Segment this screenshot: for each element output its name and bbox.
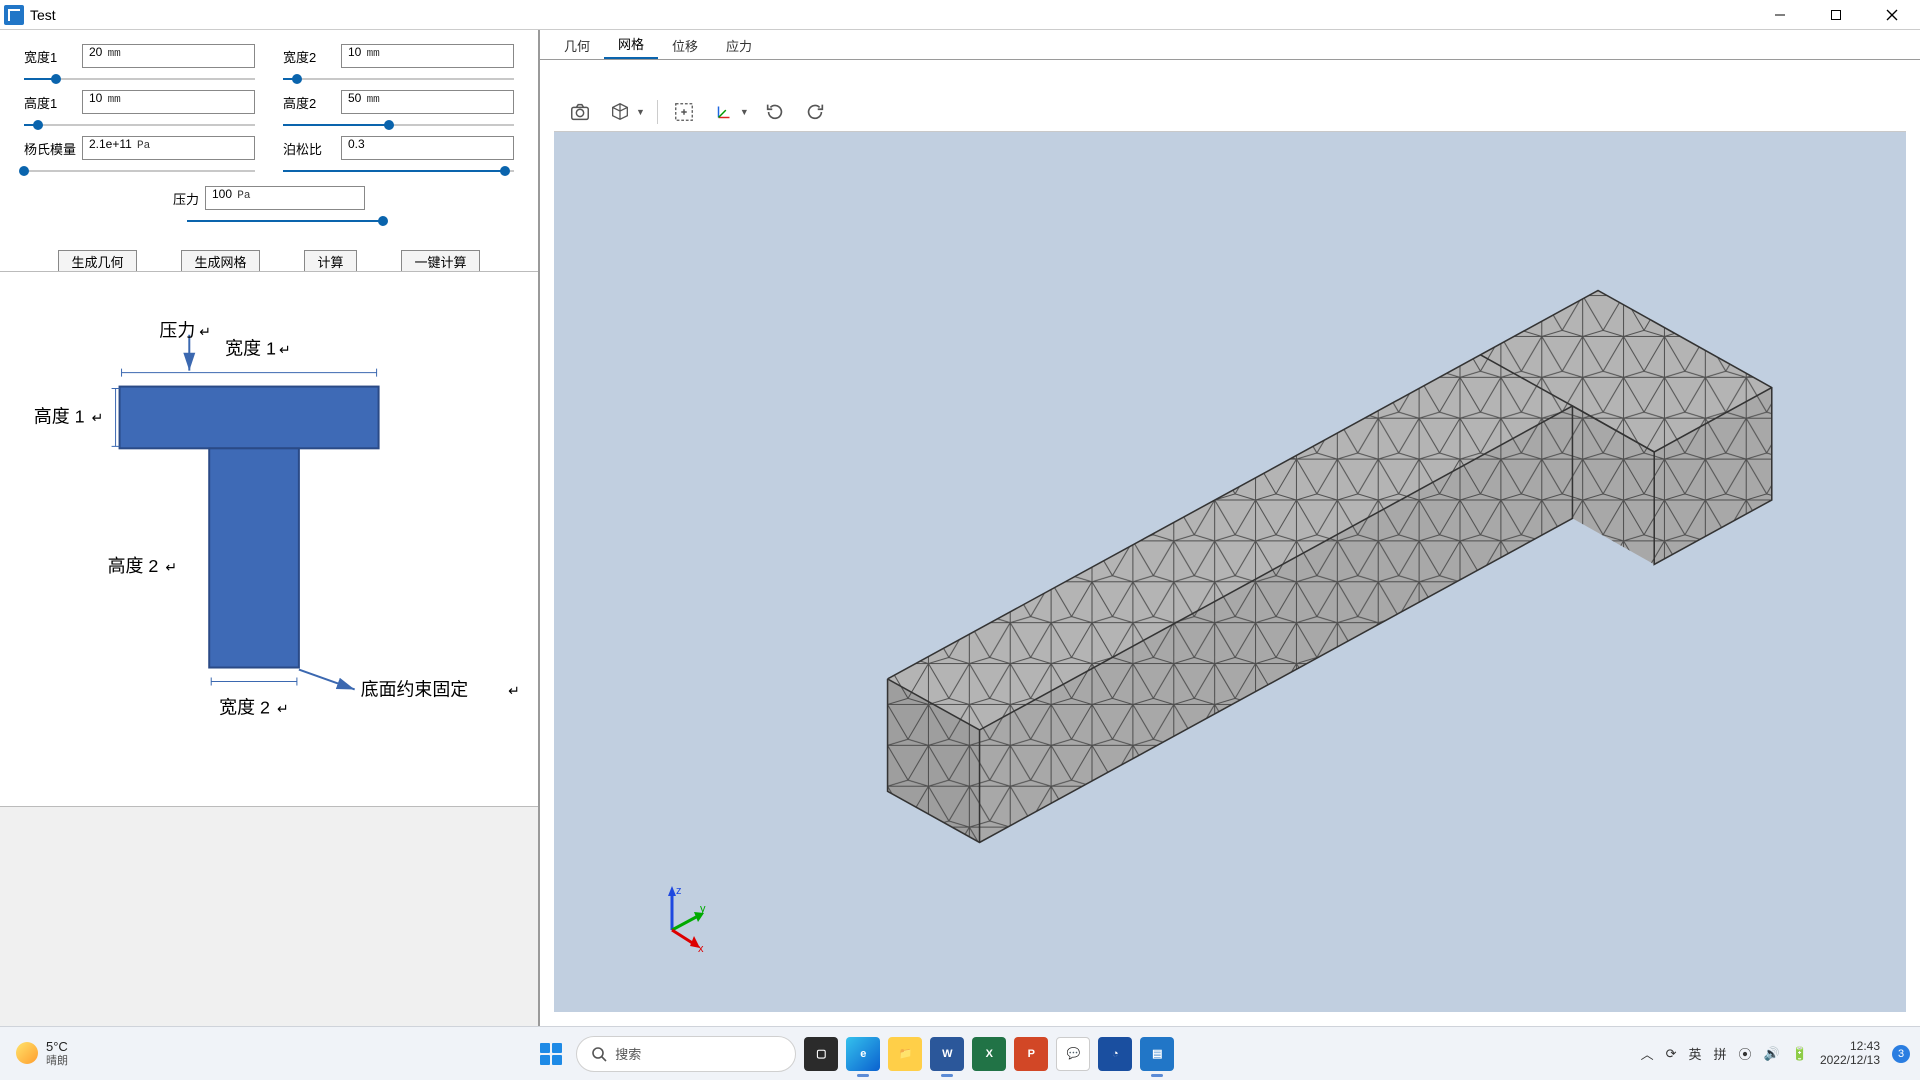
label-youngs: 杨氏模量 [24, 139, 76, 158]
schematic-label-height1: 高度 1 [34, 406, 85, 426]
taskbar-weather-desc: 晴朗 [46, 1055, 68, 1067]
chevron-down-icon[interactable]: ▼ [740, 107, 749, 117]
svg-text:y: y [700, 903, 706, 915]
svg-text:z: z [676, 885, 682, 897]
rotate-cw-icon[interactable] [801, 98, 829, 126]
viewport-3d[interactable]: ▼ ▼ [554, 92, 1906, 1012]
taskbar-app-powerpoint[interactable]: P [1014, 1037, 1048, 1071]
taskbar-app-test[interactable]: ▤ [1140, 1037, 1174, 1071]
svg-text:↵: ↵ [277, 700, 289, 716]
slider-height1[interactable] [24, 118, 255, 132]
left-panel: 宽度1 20 mm 宽度2 10 mm 高度1 10 mm [0, 30, 540, 1026]
maximize-button[interactable] [1808, 0, 1864, 30]
tab-displacement[interactable]: 位移 [658, 32, 712, 59]
close-button[interactable] [1864, 0, 1920, 30]
slider-pressure[interactable] [187, 214, 387, 228]
svg-text:↵: ↵ [199, 324, 211, 340]
input-height1[interactable]: 10 mm [82, 90, 255, 114]
param-width1: 宽度1 20 mm [24, 44, 255, 86]
taskbar-app-wechat[interactable]: 💬 [1056, 1037, 1090, 1071]
rotate-ccw-icon[interactable] [761, 98, 789, 126]
slider-height2[interactable] [283, 118, 514, 132]
slider-youngs[interactable] [24, 164, 255, 178]
app-icon [4, 5, 24, 25]
generate-geometry-button[interactable]: 生成几何 [58, 250, 136, 272]
schematic-label-fixed: 底面约束固定 [361, 679, 469, 699]
slider-poisson[interactable] [283, 164, 514, 178]
window-title: Test [30, 7, 56, 23]
schematic-label-width2: 宽度 2 [219, 697, 270, 717]
input-width1[interactable]: 20 mm [82, 44, 255, 68]
chevron-down-icon[interactable]: ▼ [636, 107, 645, 117]
taskbar-app-taskview[interactable]: ▢ [804, 1037, 838, 1071]
label-pressure: 压力 [173, 189, 199, 208]
viewport-toolbar: ▼ ▼ [554, 92, 1906, 132]
taskbar-temp: 5°C [46, 1040, 68, 1054]
label-poisson: 泊松比 [283, 139, 335, 158]
slider-width1[interactable] [24, 72, 255, 86]
input-width2[interactable]: 10 mm [341, 44, 514, 68]
param-youngs: 杨氏模量 2.1e+11 Pa [24, 136, 255, 178]
weather-sun-icon [16, 1042, 38, 1064]
screenshot-icon[interactable] [566, 98, 594, 126]
schematic-label-width1: 宽度 1 [225, 339, 276, 359]
svg-text:x: x [698, 943, 704, 952]
one-click-calculate-button[interactable]: 一键计算 [401, 250, 479, 272]
svg-text:↵: ↵ [165, 559, 177, 575]
zoom-fit-icon[interactable] [670, 98, 698, 126]
svg-text:↵: ↵ [279, 342, 291, 358]
tab-stress[interactable]: 应力 [712, 32, 766, 59]
taskbar-app-explorer[interactable]: 📁 [888, 1037, 922, 1071]
param-pressure: 压力 100 Pa [24, 186, 514, 228]
schematic-label-pressure: 压力 [159, 321, 195, 341]
taskbar-app-generic1[interactable]: ◔ [1098, 1037, 1132, 1071]
param-height1: 高度1 10 mm [24, 90, 255, 132]
schematic-label-height2: 高度 2 [108, 556, 159, 576]
input-poisson[interactable]: 0.3 [341, 136, 514, 160]
mesh-geometry [554, 132, 1906, 1052]
titlebar: Test [0, 0, 1920, 30]
label-width2: 宽度2 [283, 47, 335, 66]
slider-width2[interactable] [283, 72, 514, 86]
right-panel: 几何 网格 位移 应力 ▼ [540, 30, 1920, 1026]
view-orientation-icon[interactable] [606, 98, 634, 126]
svg-text:↵: ↵ [92, 409, 104, 425]
input-pressure[interactable]: 100 Pa [205, 186, 365, 210]
generate-mesh-button[interactable]: 生成网格 [181, 250, 259, 272]
orientation-triad-icon: z y x [654, 882, 714, 952]
label-width1: 宽度1 [24, 47, 76, 66]
schematic-diagram: 压力 宽度 1 高度 1 高度 2 宽度 2 底面约束固定 ↵ ↵ ↵ ↵ ↵ … [0, 271, 538, 806]
taskbar-app-edge[interactable]: e [846, 1037, 880, 1071]
input-height2[interactable]: 50 mm [341, 90, 514, 114]
minimize-button[interactable] [1752, 0, 1808, 30]
taskbar-weather[interactable]: 5°C 晴朗 [0, 1040, 68, 1066]
taskbar-app-excel[interactable]: X [972, 1037, 1006, 1071]
tab-strip: 几何 网格 位移 应力 [540, 30, 1920, 60]
taskbar-app-word[interactable]: W [930, 1037, 964, 1071]
svg-text:↵: ↵ [508, 682, 520, 698]
left-lower-blank [0, 806, 538, 1026]
param-poisson: 泊松比 0.3 [283, 136, 514, 178]
axes-triad-icon[interactable] [710, 98, 738, 126]
param-width2: 宽度2 10 mm [283, 44, 514, 86]
input-youngs[interactable]: 2.1e+11 Pa [82, 136, 255, 160]
calculate-button[interactable]: 计算 [304, 250, 356, 272]
tab-mesh[interactable]: 网格 [604, 30, 658, 59]
label-height1: 高度1 [24, 93, 76, 112]
tab-geometry[interactable]: 几何 [550, 32, 604, 59]
param-height2: 高度2 50 mm [283, 90, 514, 132]
label-height2: 高度2 [283, 93, 335, 112]
